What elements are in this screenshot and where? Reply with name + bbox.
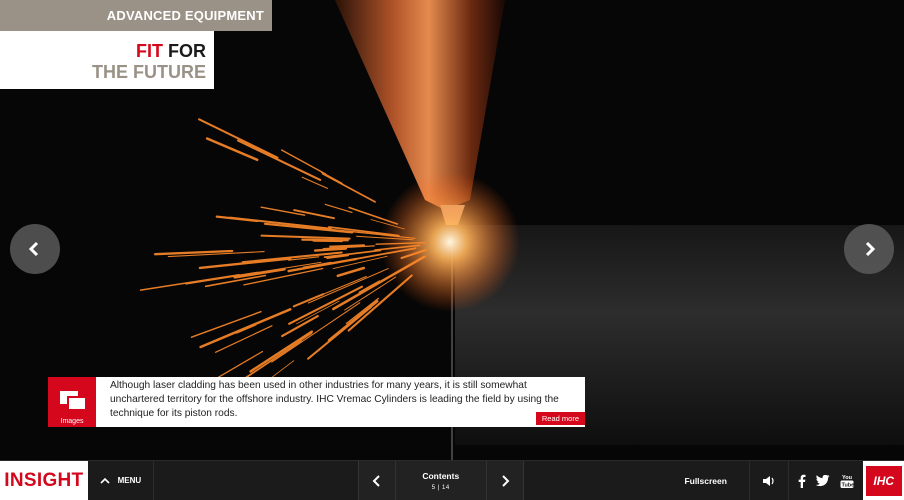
chevron-right-icon	[502, 474, 510, 487]
twitter-icon	[816, 474, 830, 486]
chevron-left-icon	[28, 241, 39, 257]
slide-stage: ADVANCED EQUIPMENT FIT FOR THE FUTURE Im…	[0, 0, 904, 460]
chevron-left-icon	[372, 474, 380, 487]
chevron-right-icon	[865, 241, 876, 257]
chevron-up-icon	[99, 477, 110, 484]
next-slide-button[interactable]	[844, 224, 894, 274]
caption-text: Although laser cladding has been used in…	[110, 380, 559, 419]
speaker-icon	[763, 475, 774, 486]
svg-text:You: You	[842, 475, 852, 481]
page-title: FIT FOR THE FUTURE	[0, 31, 214, 89]
sound-button[interactable]	[750, 461, 790, 500]
contents-button[interactable]: Contents 5 | 14	[394, 461, 487, 500]
page-navigator: Contents 5 | 14	[357, 461, 524, 500]
previous-page-button[interactable]	[359, 461, 395, 500]
ihc-logo-text: IHC	[865, 465, 902, 496]
page-total: 14	[442, 484, 450, 491]
title-line-2: THE FUTURE	[92, 62, 206, 82]
page-counter: 5 | 14	[431, 484, 450, 491]
twitter-link[interactable]	[816, 474, 830, 487]
menu-button[interactable]: MENU	[88, 461, 154, 500]
images-button[interactable]: Images	[48, 377, 96, 427]
read-more-button[interactable]: Read more	[535, 412, 585, 425]
next-page-button[interactable]	[487, 461, 523, 500]
youtube-link[interactable]: You Tube	[840, 473, 854, 489]
brand-logo[interactable]: INSIGHT	[0, 461, 88, 500]
youtube-icon: YouTube	[840, 475, 855, 488]
facebook-icon	[799, 474, 806, 488]
facebook-link[interactable]	[798, 474, 806, 488]
bottom-toolbar: INSIGHT MENU Contents 5 | 14 Fullscreen …	[0, 460, 904, 500]
svg-text:Tube: Tube	[842, 482, 855, 488]
images-label: Images	[60, 418, 84, 425]
images-icon	[60, 391, 87, 411]
page-current: 5	[431, 484, 436, 491]
fullscreen-button[interactable]: Fullscreen	[663, 461, 750, 500]
menu-label: MENU	[117, 476, 142, 485]
caption-box: Images Although laser cladding has been …	[48, 377, 585, 427]
social-links: You Tube	[789, 461, 863, 500]
contents-label: Contents	[422, 470, 460, 481]
section-tag: ADVANCED EQUIPMENT	[0, 0, 272, 31]
ihc-logo[interactable]: IHC	[863, 461, 904, 500]
previous-slide-button[interactable]	[10, 224, 60, 274]
title-dark-word: FOR	[168, 41, 206, 61]
title-red-word: FIT	[135, 41, 163, 61]
